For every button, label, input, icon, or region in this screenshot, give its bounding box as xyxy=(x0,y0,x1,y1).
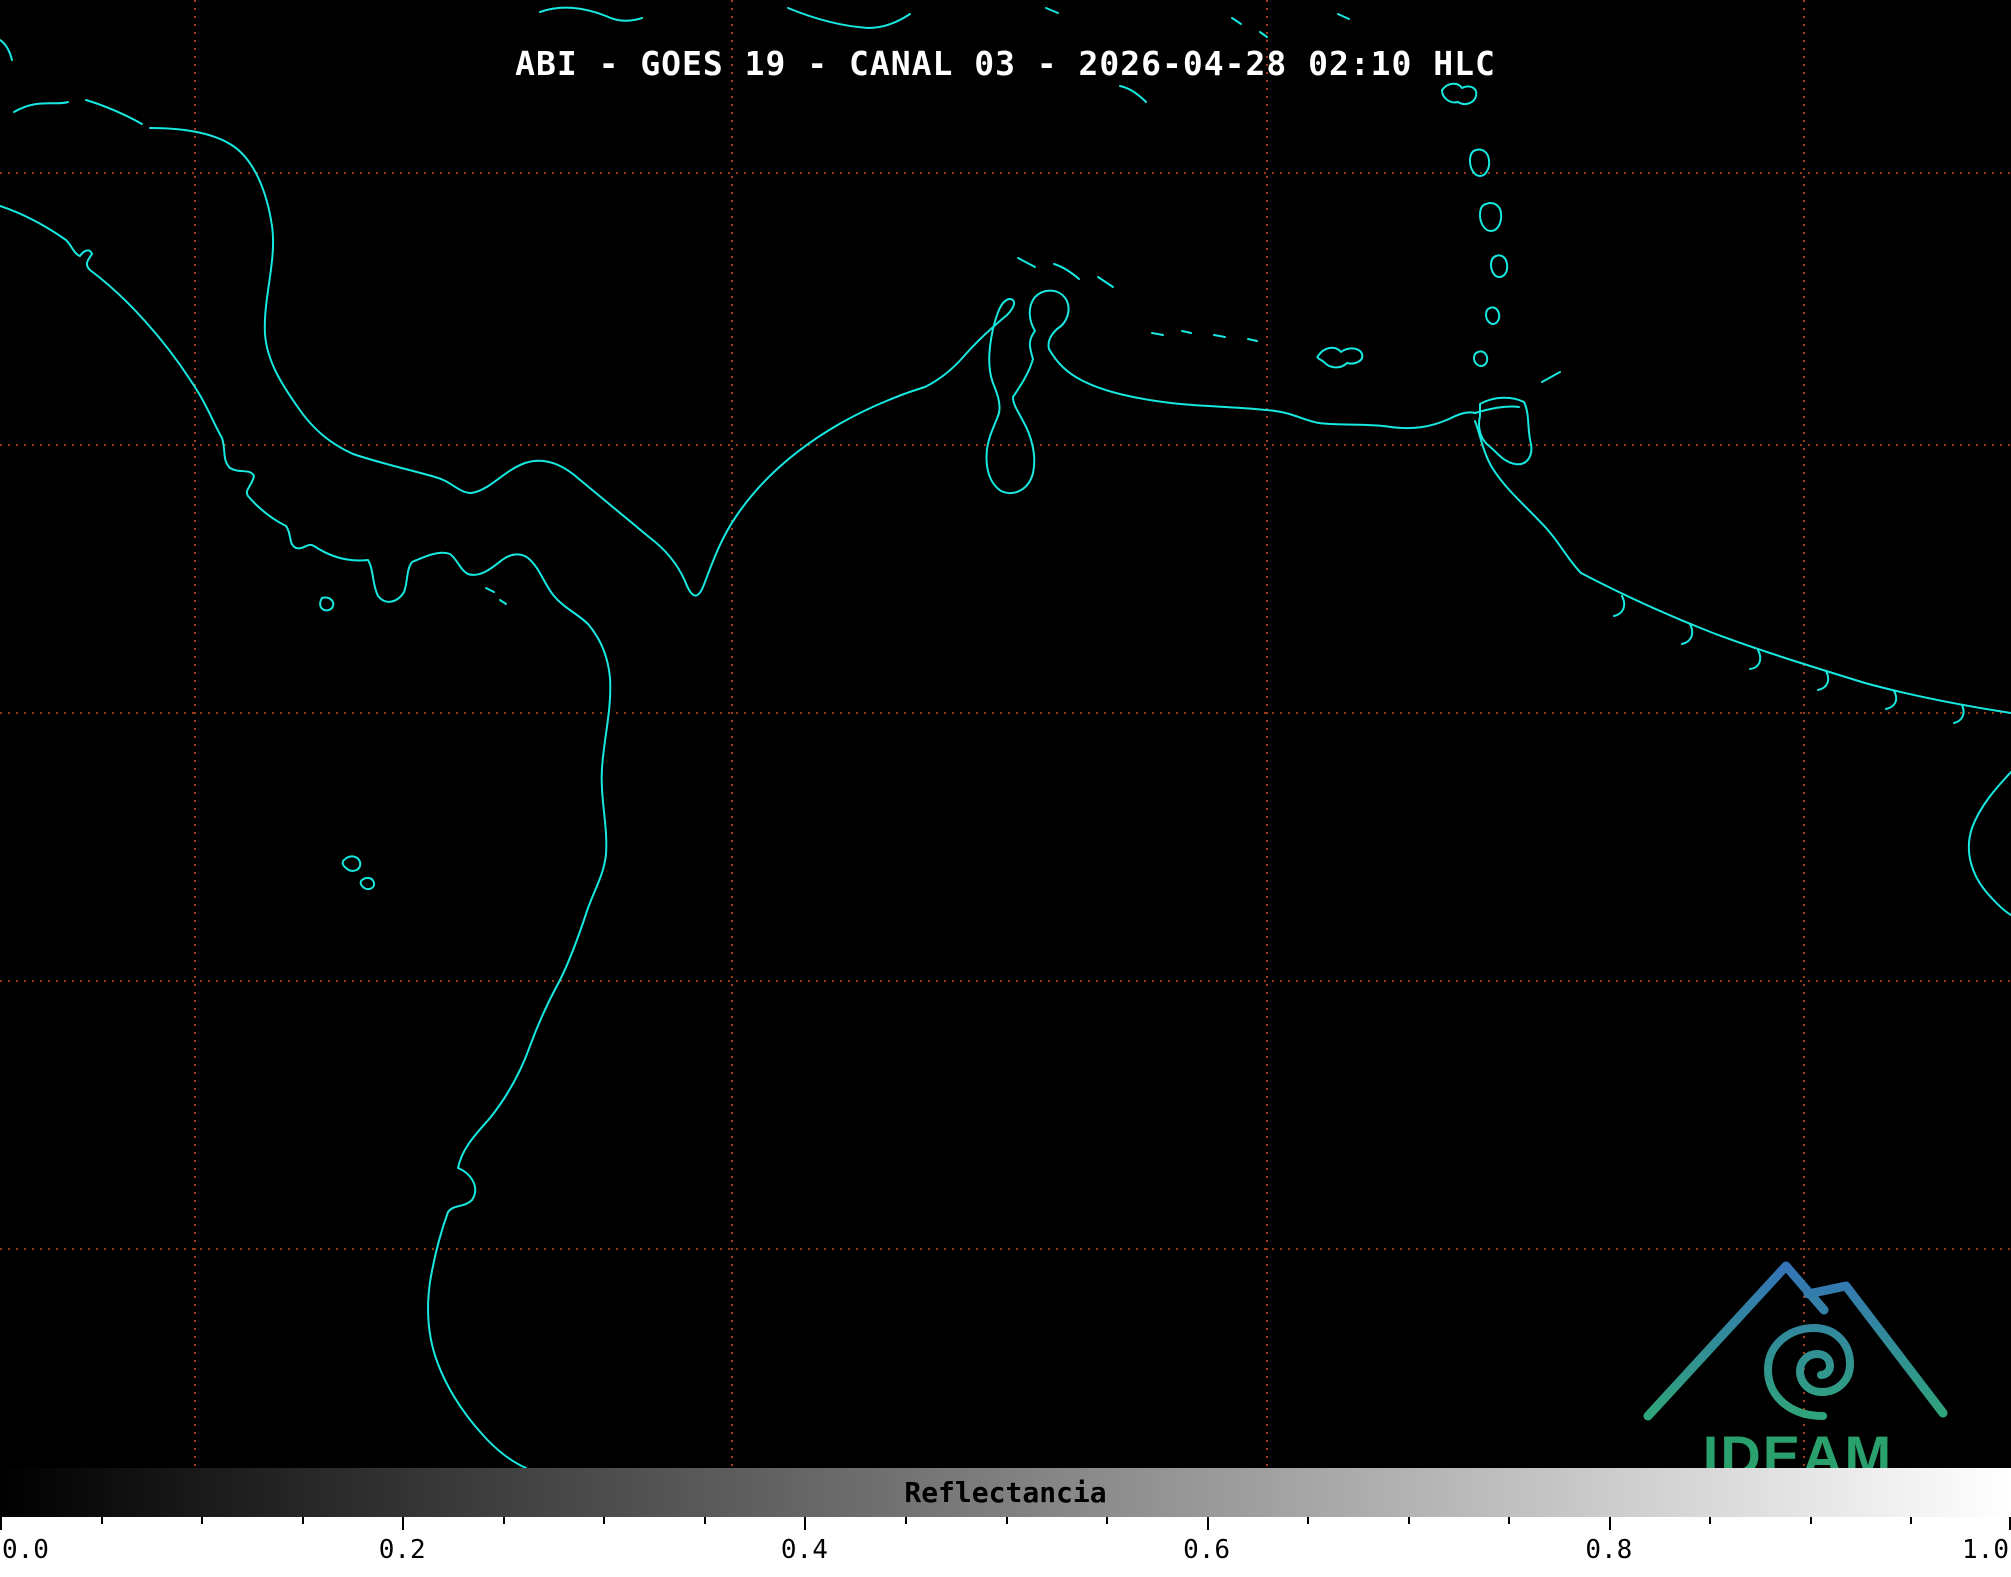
colorbar-tick xyxy=(1407,1517,1410,1524)
coastline-los-roques xyxy=(1151,330,1258,342)
colorbar-tick xyxy=(603,1517,606,1524)
coastline-top-islet-1 xyxy=(1045,7,1059,14)
coastline-top-islet-2 xyxy=(1231,17,1242,25)
image-title: ABI - GOES 19 - CANAL 03 - 2026-04-28 02… xyxy=(515,44,1496,83)
colorbar-tick-label: 0.6 xyxy=(1183,1535,1231,1565)
colorbar-label: Reflectancia xyxy=(904,1476,1107,1509)
coastline-brazil-coast-fragment xyxy=(1967,771,2011,916)
colorbar-tick-label: 0.2 xyxy=(378,1535,426,1565)
coastline-honduras-fragment-1 xyxy=(13,101,69,113)
colorbar-tick xyxy=(100,1517,103,1524)
colorbar-tick xyxy=(201,1517,204,1524)
coastline-top-islet-4 xyxy=(1337,13,1350,20)
colorbar-tick xyxy=(1608,1517,1611,1530)
coastline-puertorico-fragment xyxy=(787,7,911,29)
colorbar-tick xyxy=(1206,1517,1209,1530)
coastline-pacific-islets xyxy=(341,855,376,891)
colorbar-tick xyxy=(502,1517,505,1524)
coastline-grenada xyxy=(1473,350,1489,367)
coastline-venezuela-coast xyxy=(1048,348,1476,430)
coastline-paraguana-peninsula xyxy=(1012,289,1070,398)
coastline-tobago xyxy=(1541,371,1561,383)
coastline-guajira-gulf-venezuela xyxy=(924,298,1015,414)
colorbar-tick xyxy=(1005,1517,1008,1524)
colorbar-tick xyxy=(904,1517,907,1524)
coastline-hispaniola-fragment xyxy=(539,6,643,22)
coastline-curacao xyxy=(1053,263,1080,280)
coastline-honduras-fragment-2 xyxy=(85,99,143,125)
coastline-bonaire xyxy=(1097,276,1114,288)
colorbar-tick xyxy=(703,1517,706,1524)
coastline-dominica xyxy=(1469,148,1491,177)
ideam-spiral-icon xyxy=(1764,1324,1854,1420)
coastline-paria-peninsula xyxy=(1474,405,1520,414)
ideam-logo: IDEAM xyxy=(1638,1248,1958,1488)
colorbar-tick xyxy=(1910,1517,1913,1524)
colorbar-tick-label: 0.4 xyxy=(780,1535,828,1565)
colorbar-tick-label: 1.0 xyxy=(1962,1535,2009,1565)
colorbar-tick xyxy=(1508,1517,1511,1524)
coastline-nicaragua-caribbean xyxy=(149,127,354,455)
coastline-margarita xyxy=(1316,346,1364,369)
coastline-guadeloupe xyxy=(1441,82,1478,105)
colorbar-tick xyxy=(1809,1517,1812,1524)
colorbar: Reflectancia xyxy=(0,1468,2011,1517)
ideam-mountain-icon xyxy=(1643,1261,1948,1421)
coastline-pearl-islands xyxy=(485,587,507,605)
colorbar-tick-label: 0.8 xyxy=(1585,1535,1633,1565)
colorbar-tick xyxy=(0,1517,2,1530)
colorbar-tick xyxy=(804,1517,807,1530)
colorbar-axis: 0.0 0.2 0.4 0.6 0.8 1.0 xyxy=(0,1517,2011,1577)
coastline-martinique xyxy=(1479,202,1503,232)
coastline-pacific-central-south-america xyxy=(0,205,612,1468)
coastline-st-vincent xyxy=(1485,306,1501,325)
coastline-st-lucia xyxy=(1490,254,1509,278)
colorbar-tick-label: 0.0 xyxy=(2,1535,49,1565)
ideam-logo-graphic xyxy=(1643,1261,1948,1421)
coastline-guyana-coast xyxy=(1580,572,2011,714)
colorbar-tick xyxy=(301,1517,304,1524)
coastline-coiba-island xyxy=(319,596,335,612)
colorbar-tick xyxy=(1307,1517,1310,1524)
coastline-orinoco-delta xyxy=(1474,420,1582,574)
coastline-virgin-islet xyxy=(1119,85,1147,103)
coastline-panama-caribbean-colombia xyxy=(352,386,926,597)
coastline-top-islet-3 xyxy=(1259,31,1268,38)
colorbar-tick xyxy=(402,1517,405,1530)
coastline-aruba xyxy=(1017,257,1036,268)
satellite-image-viewer: ABI - GOES 19 - CANAL 03 - 2026-04-28 02… xyxy=(0,0,2011,1577)
colorbar-tick xyxy=(1106,1517,1109,1524)
colorbar-tick xyxy=(1709,1517,1712,1524)
